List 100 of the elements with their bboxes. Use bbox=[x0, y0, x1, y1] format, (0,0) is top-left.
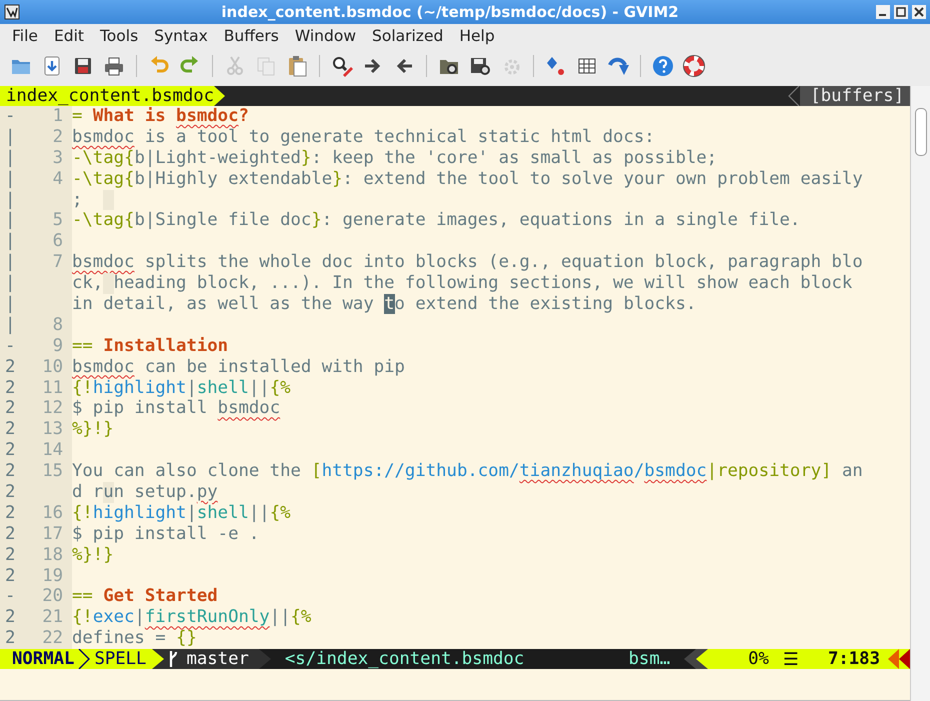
code-line: {!highlight|shell||{% bbox=[72, 378, 291, 398]
spell-indicator: SPELL bbox=[93, 649, 148, 669]
code-line: {!highlight|shell||{% bbox=[72, 502, 291, 524]
line-number: 18 bbox=[41, 544, 63, 566]
code-line: in detail, as well as the way to extend the existing blocks. bbox=[72, 294, 696, 315]
line-number: 8 bbox=[52, 314, 63, 336]
close-icon[interactable] bbox=[912, 5, 926, 19]
code-line: You can also clone the [https://github.com/tianzhuqiao/bsmdoc|repository] an bbox=[72, 461, 863, 482]
code-line: %}!} bbox=[72, 544, 114, 566]
scrollbar-thumb[interactable] bbox=[914, 108, 926, 156]
fold-marker: 2 bbox=[4, 544, 16, 566]
line-number: 6 bbox=[52, 231, 63, 252]
line-number: 15 bbox=[41, 461, 63, 482]
line-number: 14 bbox=[41, 440, 63, 462]
line-number: 2 bbox=[52, 126, 63, 148]
line-number: 17 bbox=[41, 524, 63, 545]
line-number: 16 bbox=[41, 502, 63, 524]
fold-marker: 2 bbox=[4, 461, 16, 482]
menu-item[interactable]: Buffers bbox=[216, 27, 287, 45]
line-number: 21 bbox=[41, 607, 63, 628]
curved-arrow-icon[interactable] bbox=[607, 55, 629, 77]
fold-marker: | bbox=[4, 252, 16, 274]
menu-item[interactable]: Window bbox=[286, 27, 364, 45]
line-number: 3 bbox=[52, 148, 63, 169]
code-line: -\tag{b|Highly extendable}: extend the tool to solve your own problem easily bbox=[72, 168, 863, 190]
mode-indicator: NORMAL bbox=[12, 649, 76, 669]
fold-marker: 2 bbox=[4, 502, 16, 524]
menu-glyph: ☰ bbox=[782, 648, 798, 670]
code-line: bsmdoc splits the whole doc into blocks (e.g., equation block, paragraph blo bbox=[72, 252, 863, 274]
code-line: {!exec|firstRunOnly||{% bbox=[72, 607, 312, 628]
code-line: = What is bsmdoc? bbox=[72, 106, 249, 127]
disk-gear-icon[interactable] bbox=[469, 55, 491, 77]
code-line: defines = {} bbox=[72, 628, 197, 649]
code-line: bsmdoc can be installed with pip bbox=[72, 356, 405, 378]
fold-marker: 2 bbox=[4, 378, 16, 398]
fold-marker: 2 bbox=[4, 524, 16, 545]
menu-item[interactable]: Solarized bbox=[364, 27, 452, 45]
shapes-icon[interactable] bbox=[545, 55, 567, 77]
print-icon[interactable] bbox=[103, 55, 125, 77]
branch-name: master bbox=[186, 649, 249, 669]
lifebuoy-icon[interactable] bbox=[683, 55, 705, 77]
line-number: 10 bbox=[41, 356, 63, 378]
fold-marker: 2 bbox=[4, 419, 16, 440]
code-line: ; bbox=[72, 190, 114, 210]
fold-marker: 2 bbox=[4, 398, 16, 420]
fold-marker: 2 bbox=[4, 440, 16, 462]
save-icon[interactable] bbox=[72, 55, 94, 77]
cursor-position: 7:183 bbox=[828, 649, 880, 669]
scrollbar[interactable] bbox=[910, 86, 930, 701]
code-line: -\tag{b|Light-weighted}: keep the 'core' as small as possible; bbox=[72, 148, 718, 169]
code-line: $ pip install bsmdoc bbox=[72, 398, 280, 420]
fold-marker: 2 bbox=[4, 356, 16, 378]
fold-marker: | bbox=[4, 314, 16, 336]
fold-marker: | bbox=[4, 190, 16, 210]
maximize-icon[interactable] bbox=[894, 5, 908, 19]
line-number: 22 bbox=[41, 628, 63, 649]
fold-marker: | bbox=[4, 273, 16, 294]
code-line: == Get Started bbox=[72, 586, 218, 608]
warning-marker-icon bbox=[888, 649, 910, 669]
line-number: 1 bbox=[52, 106, 63, 127]
fold-marker: | bbox=[4, 168, 16, 190]
code-line: ck, heading block, ...). In the following sections, we will show each block bbox=[72, 273, 852, 294]
code-line: $ pip install -e . bbox=[72, 524, 260, 545]
separator-icon bbox=[788, 86, 800, 106]
line-number: 9 bbox=[52, 336, 63, 357]
line-number: 4 bbox=[52, 168, 63, 190]
code-line: %}!} bbox=[72, 419, 114, 440]
fold-marker: 2 bbox=[4, 482, 16, 503]
line-number: 13 bbox=[41, 419, 63, 440]
fold-marker: - bbox=[4, 336, 16, 357]
fold-marker: 2 bbox=[4, 566, 16, 586]
help-icon[interactable] bbox=[652, 55, 674, 77]
fold-marker: | bbox=[4, 294, 16, 315]
file-type: bsm… bbox=[628, 649, 670, 669]
menu-item[interactable]: Edit bbox=[46, 27, 92, 45]
clipboard-icon[interactable] bbox=[286, 55, 308, 77]
fold-marker: 2 bbox=[4, 607, 16, 628]
window-title: index_content.bsmdoc (~/temp/bsmdoc/docs) - GVIM2 bbox=[220, 3, 680, 21]
minimize-icon[interactable] bbox=[876, 5, 890, 19]
menu-item[interactable]: Tools bbox=[92, 27, 146, 45]
buffers-label[interactable]: [buffers] bbox=[800, 86, 910, 106]
magnifier-pencil-icon[interactable] bbox=[331, 55, 353, 77]
fold-marker: | bbox=[4, 231, 16, 252]
menu-item[interactable]: Help bbox=[451, 27, 503, 45]
code-line: -\tag{b|Single file doc}: generate images, equations in a single file. bbox=[72, 210, 800, 232]
line-number: 12 bbox=[41, 398, 63, 420]
line-number: 11 bbox=[41, 378, 63, 398]
menu-item[interactable]: File bbox=[4, 27, 46, 45]
line-number: 20 bbox=[41, 586, 63, 608]
menu-item[interactable]: Syntax bbox=[146, 27, 216, 45]
fold-marker: | bbox=[4, 148, 16, 169]
fold-marker: | bbox=[4, 126, 16, 148]
fold-marker: 2 bbox=[4, 628, 16, 649]
line-number: 5 bbox=[52, 210, 63, 232]
code-line: d run setup.py bbox=[72, 482, 218, 503]
file-path: <s/index_content.bsmdoc bbox=[284, 649, 524, 669]
line-number: 19 bbox=[41, 566, 63, 586]
code-line: == Installation bbox=[72, 336, 228, 357]
fold-marker: | bbox=[4, 210, 16, 232]
branch-icon bbox=[168, 651, 178, 667]
